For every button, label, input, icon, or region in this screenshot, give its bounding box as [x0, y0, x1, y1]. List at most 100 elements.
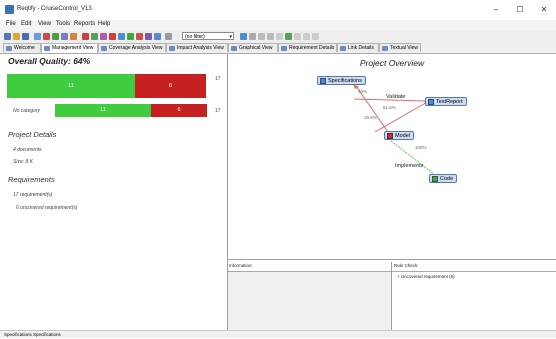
tab-label: Impact Analysis View — [177, 45, 224, 51]
tab-label: Textual View — [390, 45, 418, 51]
link-icon[interactable] — [82, 33, 89, 40]
node-label: Code — [440, 176, 454, 182]
window-title: Reqtify - CruiseControl_V13 — [17, 6, 92, 12]
filter-select[interactable]: (no filter) ▾ — [182, 32, 234, 40]
requirements-heading: Requirements — [8, 175, 55, 184]
filter-toggle-icon[interactable] — [165, 33, 172, 40]
overall-uncovered-bar: 6 — [135, 74, 206, 98]
information-label: Information: — [229, 263, 253, 268]
compare-icon[interactable] — [145, 33, 152, 40]
node-model[interactable]: Model — [384, 131, 414, 140]
filter-value: (no filter) — [185, 34, 205, 40]
check-icon[interactable] — [52, 33, 59, 40]
model-icon — [387, 133, 393, 139]
information-pane: Information: — [228, 262, 392, 331]
report-icon[interactable] — [100, 33, 107, 40]
title-bar: Reqtify - CruiseControl_V13 – ☐ ✕ — [0, 0, 556, 20]
impact-icon — [169, 46, 175, 51]
uncovered-requirements-count[interactable]: 6 uncovered requirement(s) — [16, 205, 77, 211]
refresh-icon[interactable] — [70, 33, 77, 40]
import-icon[interactable] — [127, 33, 134, 40]
requirements-count[interactable]: 17 requirement(s) — [13, 192, 52, 198]
details-icon — [281, 46, 287, 51]
chevron-down-icon: ▾ — [229, 34, 232, 40]
tab-coverage-analysis-view[interactable]: Coverage Analysis View — [98, 43, 166, 52]
validate-label: Validate — [386, 94, 406, 100]
node-label: TestReport — [436, 99, 463, 105]
category-uncovered-bar: 6 — [151, 104, 207, 117]
management-icon — [44, 46, 50, 51]
text-icon — [382, 46, 388, 51]
tab-label: Welcome — [14, 45, 35, 51]
tab-graphical-view[interactable]: Graphical View — [228, 43, 278, 52]
menu-tools[interactable]: Tools — [56, 21, 70, 27]
open-icon[interactable] — [13, 33, 20, 40]
tab-label: Link Details — [348, 45, 374, 51]
export-icon[interactable] — [118, 33, 125, 40]
project-size: Size: 8 K — [13, 159, 34, 165]
preview-icon[interactable] — [303, 33, 310, 40]
management-panel: Overall Quality: 64% 11 6 17 No category… — [0, 54, 228, 330]
node-code[interactable]: Code — [429, 174, 458, 183]
expand-icon[interactable]: + — [397, 274, 400, 279]
validate-percent-label: 61.6% — [383, 105, 396, 110]
zoom-icon[interactable] — [240, 33, 247, 40]
overall-quality-title: Overall Quality: 64% — [8, 56, 91, 66]
documents-count: 4 documents — [13, 147, 42, 153]
model-code-percent-label: 100% — [415, 145, 427, 150]
project-details-heading: Project Details — [8, 130, 57, 139]
menu-reports[interactable]: Reports — [74, 21, 95, 27]
category-label: No category — [13, 108, 40, 114]
menu-help[interactable]: Help — [98, 21, 110, 27]
tab-management-view[interactable]: Management View — [41, 43, 98, 53]
menu-bar: File Edit View Tools Reports Help — [0, 20, 556, 31]
tab-link-details[interactable]: Link Details — [337, 43, 379, 52]
code-icon — [432, 176, 438, 182]
nav-back-icon[interactable] — [249, 33, 256, 40]
nav-up-icon[interactable] — [267, 33, 274, 40]
tab-label: Graphical View — [239, 45, 273, 51]
help-icon[interactable] — [312, 33, 319, 40]
tab-impact-analysis-view[interactable]: Impact Analysis View — [166, 43, 228, 52]
delete-icon[interactable] — [109, 33, 116, 40]
menu-file[interactable]: File — [6, 21, 16, 27]
rule-check-item[interactable]: + Uncovered requirement (6) — [397, 274, 455, 279]
status-bar: Specifications Specifications — [0, 330, 556, 338]
category-total: 17 — [215, 108, 221, 114]
unlink-icon[interactable] — [91, 33, 98, 40]
minimize-button[interactable]: – — [484, 3, 508, 17]
filter-icon[interactable] — [43, 33, 50, 40]
maximize-button[interactable]: ☐ — [508, 3, 532, 17]
document-icon — [320, 78, 326, 84]
overall-total: 17 — [215, 76, 221, 82]
tab-label: Management View — [52, 45, 94, 51]
tab-label: Requirement Details — [289, 45, 335, 51]
new-icon[interactable] — [4, 33, 11, 40]
tab-requirement-details[interactable]: Requirement Details — [278, 43, 337, 52]
node-testreport[interactable]: TestReport — [425, 97, 467, 106]
tab-welcome[interactable]: Welcome — [3, 43, 41, 52]
menu-edit[interactable]: Edit — [21, 21, 31, 27]
spec-percent-label: 40% — [358, 89, 368, 94]
analyze-icon[interactable] — [34, 33, 41, 40]
document-icon — [428, 99, 434, 105]
node-label: Specifications — [328, 78, 362, 84]
print-icon[interactable] — [294, 33, 301, 40]
graph-icon — [231, 46, 237, 51]
search-icon[interactable] — [61, 33, 68, 40]
stop-icon[interactable] — [276, 33, 283, 40]
run-icon[interactable] — [285, 33, 292, 40]
coverage-icon — [101, 46, 107, 51]
node-specifications[interactable]: Specifications — [317, 76, 366, 85]
menu-view[interactable]: View — [38, 21, 51, 27]
overall-covered-bar: 11 — [7, 74, 135, 98]
tag-icon[interactable] — [136, 33, 143, 40]
link-details-icon — [340, 46, 346, 51]
implements-line — [390, 140, 435, 175]
information-body[interactable] — [228, 271, 391, 331]
nav-forward-icon[interactable] — [258, 33, 265, 40]
close-button[interactable]: ✕ — [532, 3, 556, 17]
save-icon[interactable] — [22, 33, 29, 40]
settings-icon[interactable] — [154, 33, 161, 40]
tab-textual-view[interactable]: Textual View — [379, 43, 421, 52]
